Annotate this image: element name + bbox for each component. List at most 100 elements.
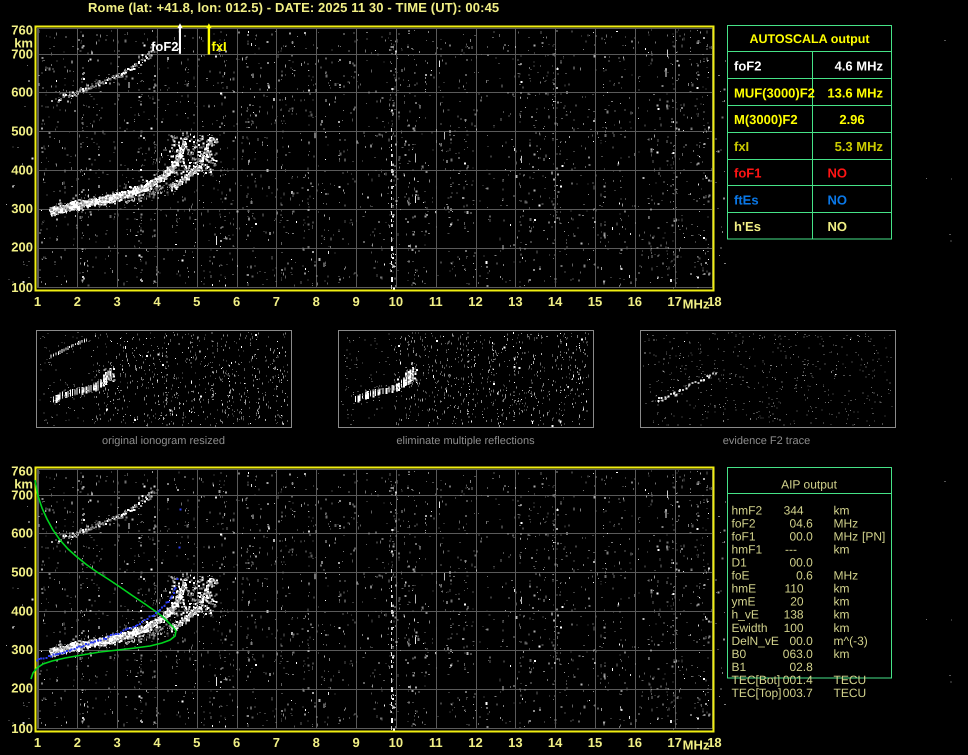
svg-text:02.8: 02.8 [789,660,813,674]
svg-text:hmE: hmE [732,582,757,596]
svg-text:2: 2 [74,294,81,309]
svg-text:m^(-3): m^(-3) [834,634,868,648]
svg-text:5.3 MHz: 5.3 MHz [835,139,884,154]
svg-text:hmF1: hmF1 [732,542,763,556]
svg-text:100: 100 [11,280,33,295]
svg-text:300: 300 [11,642,33,657]
svg-text:km: km [834,621,850,635]
svg-text:B1: B1 [732,660,747,674]
svg-text:13: 13 [508,735,522,750]
svg-text:15: 15 [588,735,602,750]
svg-text:7: 7 [273,294,280,309]
svg-text:3: 3 [114,294,121,309]
svg-text:km: km [834,503,850,517]
svg-text:D1: D1 [732,556,748,570]
svg-text:ftEs: ftEs [734,192,759,207]
svg-text:km: km [834,542,850,556]
svg-text:fxI: fxI [212,39,227,54]
svg-text:600: 600 [11,526,33,541]
svg-text:9: 9 [352,294,359,309]
svg-text:TEC[Top]: TEC[Top] [732,686,782,700]
svg-text:200: 200 [11,681,33,696]
svg-text:16: 16 [628,294,642,309]
svg-text:17: 17 [667,294,681,309]
svg-text:MHz: MHz [834,516,859,530]
svg-text:NO: NO [828,192,848,207]
svg-text:original ionogram resized: original ionogram resized [102,435,225,447]
svg-text:eliminate multiple reflections: eliminate multiple reflections [396,435,535,447]
svg-text:evidence F2 trace: evidence F2 trace [723,435,810,447]
svg-text:[PN]: [PN] [862,529,885,543]
svg-text:ymE: ymE [732,595,756,609]
svg-text:foF2: foF2 [734,59,761,74]
svg-text:12: 12 [468,735,482,750]
svg-text:3: 3 [114,735,121,750]
svg-text:TECU: TECU [834,673,867,687]
svg-text:h'Es: h'Es [734,219,761,234]
svg-text:138: 138 [784,608,804,622]
svg-text:344: 344 [784,503,804,517]
svg-text:6: 6 [233,735,240,750]
svg-text:0.6: 0.6 [796,569,813,583]
svg-text:---: --- [785,542,797,556]
svg-text:5: 5 [193,735,200,750]
svg-text:km: km [834,608,850,622]
svg-text:600: 600 [11,85,33,100]
svg-text:00.0: 00.0 [789,556,813,570]
svg-text:500: 500 [11,124,33,139]
svg-text:17: 17 [667,735,681,750]
svg-text:00.0: 00.0 [789,634,813,648]
svg-text:km: km [834,647,850,661]
svg-text:14: 14 [548,294,563,309]
svg-text:MHz: MHz [683,738,710,753]
svg-text:fxI: fxI [734,139,749,154]
svg-text:13: 13 [508,294,522,309]
svg-text:foE: foE [732,569,750,583]
svg-text:MUF(3000)F2: MUF(3000)F2 [734,85,815,100]
svg-text:DelN_vE: DelN_vE [732,634,779,648]
svg-text:AUTOSCALA output: AUTOSCALA output [749,32,870,46]
svg-text:M(3000)F2: M(3000)F2 [734,112,798,127]
svg-text:MHz: MHz [834,569,859,583]
svg-text:20: 20 [790,595,804,609]
svg-text:hmF2: hmF2 [732,503,763,517]
svg-text:400: 400 [11,604,33,619]
svg-text:NO: NO [828,166,848,181]
svg-text:9: 9 [352,735,359,750]
svg-text:15: 15 [588,294,602,309]
svg-text:TECU: TECU [834,686,867,700]
svg-text:003.7: 003.7 [783,686,813,700]
svg-text:11: 11 [429,294,443,309]
svg-text:Ewidth: Ewidth [732,621,768,635]
svg-text:4.6 MHz: 4.6 MHz [835,59,884,74]
svg-text:14: 14 [548,735,563,750]
svg-text:400: 400 [11,163,33,178]
svg-text:B0: B0 [732,647,747,661]
svg-text:18: 18 [707,735,721,750]
svg-text:700: 700 [11,46,33,61]
svg-text:MHz: MHz [683,297,710,312]
svg-text:8: 8 [313,294,320,309]
svg-text:km: km [834,582,850,596]
svg-text:h_vE: h_vE [732,608,759,622]
svg-text:4: 4 [153,294,161,309]
svg-text:2.96: 2.96 [839,112,864,127]
svg-text:NO: NO [828,219,848,234]
svg-text:foF2: foF2 [732,516,756,530]
svg-text:Rome (lat: +41.8, lon: 012.5): Rome (lat: +41.8, lon: 012.5) - DATE: 20… [88,0,499,15]
svg-text:700: 700 [11,487,33,502]
svg-text:10: 10 [389,294,403,309]
svg-text:foF2: foF2 [151,39,178,54]
svg-text:foF1: foF1 [732,529,756,543]
svg-text:11: 11 [429,735,443,750]
svg-text:2: 2 [74,735,81,750]
svg-text:13.6 MHz: 13.6 MHz [827,85,883,100]
svg-text:km: km [834,595,850,609]
svg-text:200: 200 [11,240,33,255]
svg-text:TEC[Bot]: TEC[Bot] [732,673,781,687]
svg-text:10: 10 [389,735,403,750]
svg-text:100: 100 [784,621,804,635]
svg-text:7: 7 [273,735,280,750]
svg-text:MHz: MHz [834,529,859,543]
svg-text:00.0: 00.0 [789,529,813,543]
